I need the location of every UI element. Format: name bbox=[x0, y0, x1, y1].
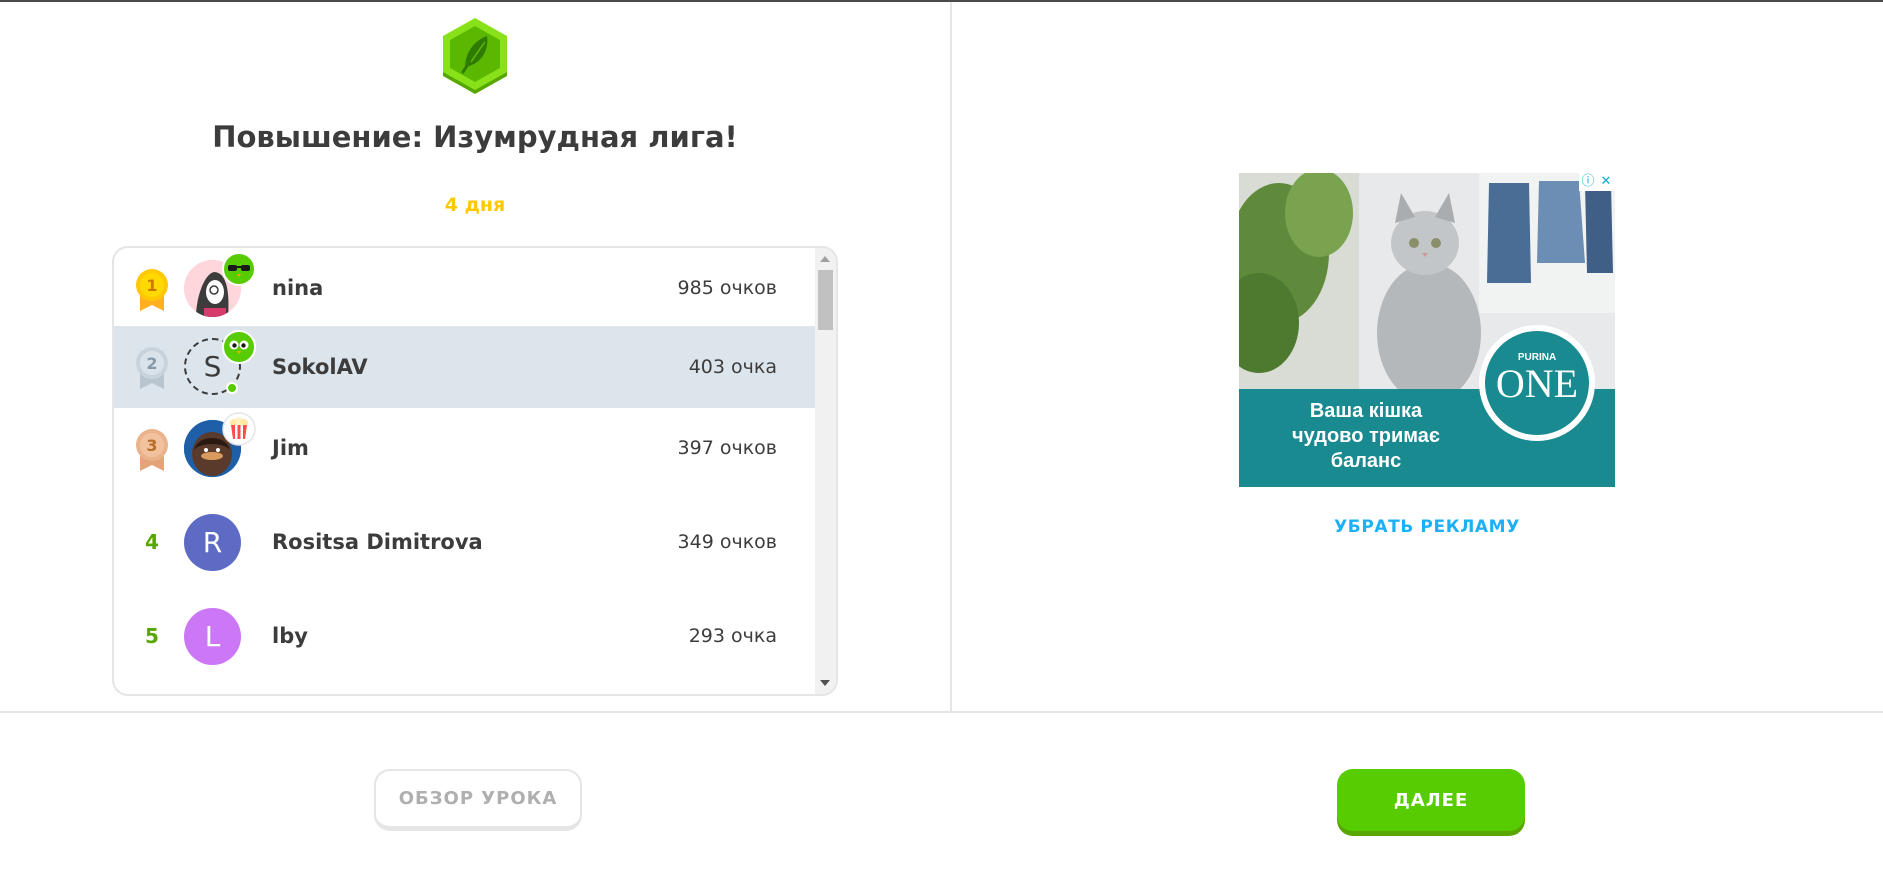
league-promotion-screen: Повышение: Изумрудная лига! 4 дня 1 nina… bbox=[0, 2, 1883, 872]
bronze-medal-icon: 3 bbox=[136, 429, 168, 471]
leaderboard-row[interactable]: 3 Jim 397 очков bbox=[114, 408, 817, 488]
user-score: 403 очка bbox=[688, 356, 777, 378]
rank-number: 5 bbox=[145, 624, 159, 648]
ad-controls: ⓘ ✕ bbox=[1579, 173, 1615, 191]
scroll-thumb[interactable] bbox=[818, 270, 833, 330]
review-lesson-button[interactable]: ОБЗОР УРОКА bbox=[374, 769, 582, 831]
close-icon[interactable]: ✕ bbox=[1597, 173, 1615, 191]
rank-number: 4 bbox=[145, 530, 159, 554]
ad-panel: Ваша кішка чудово тримає баланс PURINA O… bbox=[952, 2, 1883, 711]
rank-number: 1 bbox=[146, 276, 157, 295]
continue-button[interactable]: ДАЛЕЕ bbox=[1337, 769, 1525, 831]
info-icon[interactable]: ⓘ bbox=[1579, 173, 1597, 191]
user-name: Rositsa Dimitrova bbox=[272, 530, 483, 554]
silver-medal-icon: 2 bbox=[136, 347, 168, 389]
leaderboard-row[interactable]: 4 R Rositsa Dimitrova 349 очков bbox=[114, 502, 817, 582]
scroll-up-arrow-icon[interactable] bbox=[820, 256, 830, 262]
leaderboard-row[interactable]: 1 nina 985 очков bbox=[114, 248, 817, 328]
rank-number: 2 bbox=[146, 354, 157, 373]
advertisement[interactable]: Ваша кішка чудово тримає баланс PURINA O… bbox=[1239, 173, 1615, 487]
avatar-initial: L bbox=[204, 620, 221, 653]
ad-headline-line: баланс bbox=[1331, 450, 1402, 472]
user-score: 293 очка bbox=[688, 625, 777, 647]
user-score: 349 очков bbox=[677, 531, 777, 553]
leaderboard-rows: 1 nina 985 очков 2 S SokolAV 403 очка 3 … bbox=[114, 248, 817, 694]
ad-image: Ваша кішка чудово тримає баланс PURINA O… bbox=[1239, 173, 1615, 487]
avatar-initial: S bbox=[203, 350, 222, 383]
user-name: nina bbox=[272, 276, 324, 300]
rank-number: 3 bbox=[146, 436, 157, 455]
user-name: SokolAV bbox=[272, 355, 368, 379]
popcorn-icon bbox=[222, 412, 256, 446]
avatar[interactable]: L bbox=[184, 608, 241, 665]
ad-headline-line: Ваша кішка bbox=[1310, 400, 1423, 422]
horizontal-divider bbox=[0, 711, 1883, 713]
avatar-initial: R bbox=[202, 526, 223, 559]
leaderboard[interactable]: 1 nina 985 очков 2 S SokolAV 403 очка 3 … bbox=[112, 246, 838, 696]
emerald-league-icon bbox=[443, 18, 507, 94]
leaderboard-scrollbar[interactable] bbox=[815, 248, 836, 694]
avatar[interactable]: R bbox=[184, 514, 241, 571]
user-name: lby bbox=[272, 624, 308, 648]
ad-brand-logo: ONE bbox=[1496, 361, 1578, 406]
scroll-down-arrow-icon[interactable] bbox=[820, 680, 830, 686]
user-score: 985 очков bbox=[677, 277, 777, 299]
user-score: 397 очков bbox=[677, 437, 777, 459]
leaderboard-row-current-user[interactable]: 2 S SokolAV 403 очка bbox=[114, 326, 817, 408]
owl-icon bbox=[222, 330, 256, 364]
remove-ads-link[interactable]: УБРАТЬ РЕКЛАМУ bbox=[1239, 517, 1615, 537]
days-remaining: 4 дня bbox=[444, 194, 506, 216]
league-panel: Повышение: Изумрудная лига! 4 дня 1 nina… bbox=[0, 2, 950, 711]
online-indicator bbox=[226, 382, 238, 394]
user-name: Jim bbox=[272, 436, 309, 460]
sunglasses-owl-icon bbox=[222, 252, 256, 286]
gold-medal-icon: 1 bbox=[136, 269, 168, 311]
leaderboard-row[interactable]: 5 L lby 293 очка bbox=[114, 596, 817, 676]
ad-headline-line: чудово тримає bbox=[1292, 425, 1440, 447]
page-title: Повышение: Изумрудная лига! bbox=[212, 120, 738, 154]
